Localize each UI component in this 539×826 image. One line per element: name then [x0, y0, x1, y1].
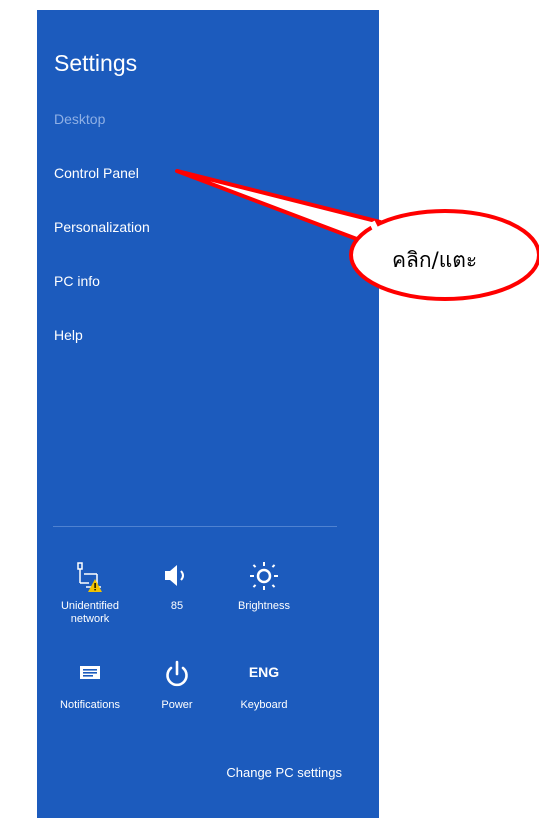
callout-text: คลิก/แตะ [392, 248, 478, 272]
page: Settings Desktop Control Panel Personali… [0, 0, 539, 826]
callout-pointer [175, 169, 382, 246]
callout-annotation [175, 169, 539, 301]
